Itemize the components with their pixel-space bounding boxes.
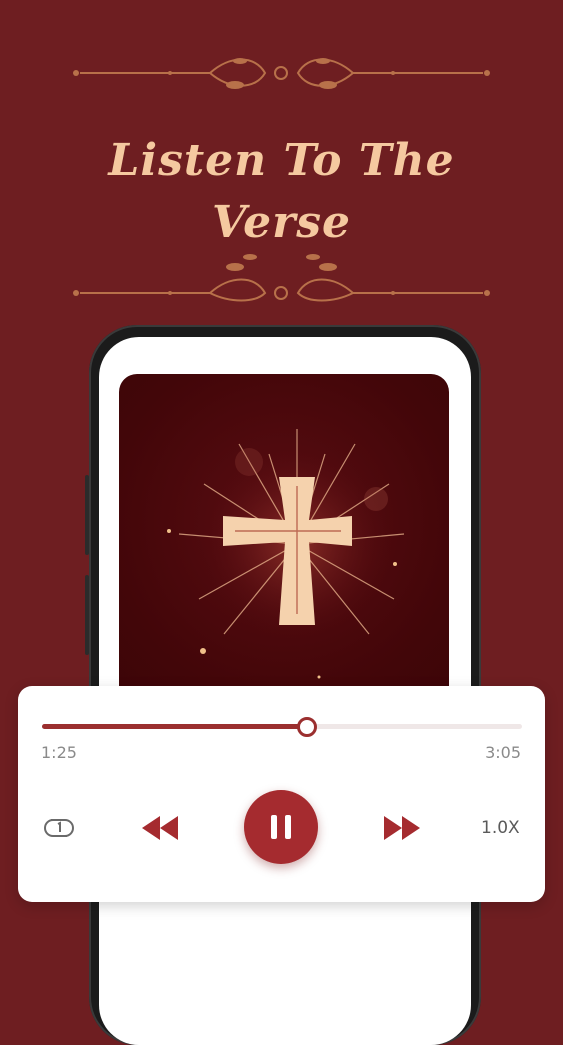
pause-button[interactable]	[244, 790, 318, 864]
phone-side-button	[85, 575, 89, 655]
total-duration: 3:05	[485, 743, 521, 762]
headline-line-1: Listen To The	[108, 135, 455, 186]
fast-forward-icon	[384, 816, 420, 840]
ornament-top	[73, 58, 490, 89]
progress-knob[interactable]	[297, 717, 317, 737]
ornament-bottom	[73, 254, 490, 302]
repeat-button[interactable]	[42, 814, 76, 842]
progress-fill	[42, 724, 307, 729]
progress-track[interactable]	[42, 717, 522, 737]
phone-volume-button	[85, 475, 89, 555]
rewind-icon	[142, 816, 178, 840]
rewind-button[interactable]	[138, 810, 182, 846]
fast-forward-button[interactable]	[380, 810, 424, 846]
elapsed-time: 1:25	[41, 743, 77, 762]
cross-icon	[167, 429, 405, 679]
repeat-one-icon	[44, 819, 74, 837]
playback-speed-button[interactable]: 1.0X	[481, 817, 520, 839]
promo-headline: Listen To The Verse	[0, 130, 563, 254]
album-artwork	[119, 374, 449, 704]
audio-player-card: 1:25 3:05 1.0X	[18, 686, 545, 902]
pause-icon	[271, 815, 291, 839]
